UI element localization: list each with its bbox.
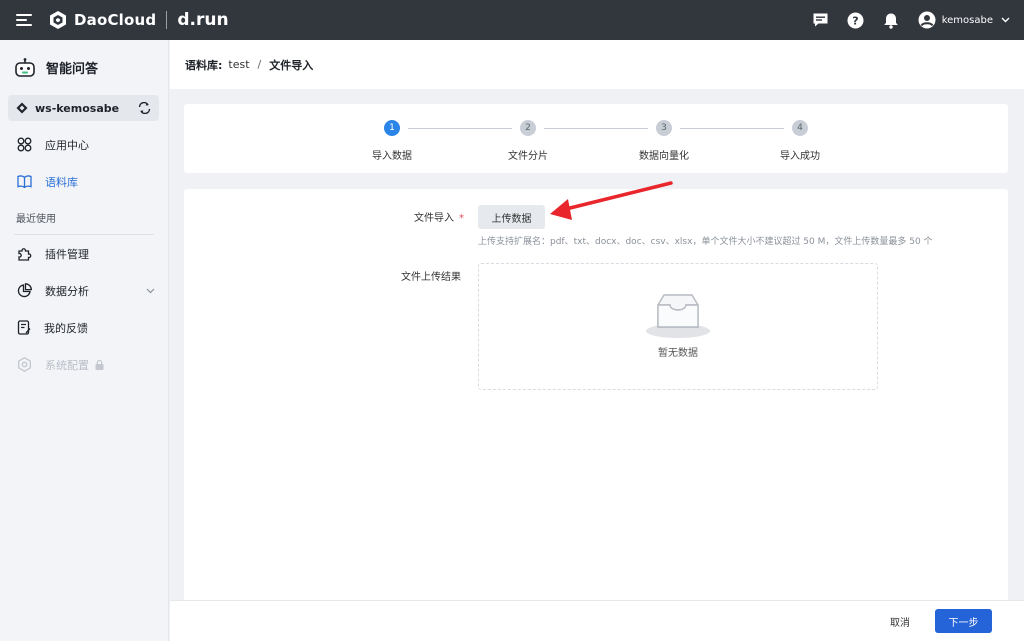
step-vectorize: 3 数据向量化 bbox=[609, 120, 719, 162]
app-title-text: 智能问答 bbox=[46, 62, 99, 77]
sidebar-item-label: 语料库 bbox=[45, 175, 78, 189]
plugin-icon bbox=[18, 248, 32, 261]
user-name: kemosabe bbox=[941, 14, 993, 26]
next-step-button[interactable]: 下一步 bbox=[935, 609, 992, 633]
bell-icon[interactable] bbox=[882, 11, 900, 29]
empty-inbox-icon bbox=[646, 294, 710, 338]
brand[interactable]: DaoCloud d.run bbox=[48, 10, 229, 30]
step-label: 文件分片 bbox=[508, 151, 548, 162]
file-import-label-text: 文件导入 bbox=[414, 213, 454, 224]
sidebar-item-my-feedback[interactable]: 我的反馈 bbox=[0, 309, 168, 346]
sidebar-item-plugins[interactable]: 插件管理 bbox=[0, 235, 168, 272]
sidebar-item-label: 我的反馈 bbox=[44, 321, 88, 335]
step-import-data: 1 导入数据 bbox=[337, 120, 447, 162]
upload-result-box: 暂无数据 bbox=[478, 263, 878, 390]
recent-group-label: 最近使用 bbox=[16, 213, 56, 225]
chevron-down-icon[interactable] bbox=[146, 288, 155, 294]
feedback-icon bbox=[17, 320, 31, 335]
switch-icon[interactable] bbox=[138, 102, 151, 114]
sidebar-item-label: 数据分析 bbox=[45, 284, 89, 298]
step-number: 3 bbox=[656, 120, 672, 136]
breadcrumb-current: 文件导入 bbox=[269, 58, 314, 72]
breadcrumb-library-name[interactable]: test bbox=[228, 58, 249, 71]
svg-text:?: ? bbox=[853, 14, 859, 27]
breadcrumb: 语料库: test / 文件导入 bbox=[170, 40, 1024, 89]
settings-icon bbox=[18, 357, 31, 372]
user-avatar-icon bbox=[918, 11, 936, 29]
breadcrumb-separator: / bbox=[257, 58, 262, 71]
step-label: 数据向量化 bbox=[639, 151, 689, 162]
required-mark: * bbox=[459, 213, 464, 224]
product-name: d.run bbox=[177, 10, 229, 30]
menu-icon[interactable] bbox=[16, 14, 32, 26]
sidebar-item-system-config: 系统配置 bbox=[0, 346, 168, 383]
apps-icon bbox=[17, 137, 32, 152]
pie-chart-icon bbox=[17, 283, 32, 298]
workspace-icon bbox=[16, 102, 28, 114]
sidebar-item-label: 应用中心 bbox=[45, 138, 89, 152]
file-import-label: 文件导入 * bbox=[364, 209, 464, 224]
upload-data-button[interactable]: 上传数据 bbox=[478, 205, 545, 229]
upload-result-label: 文件上传结果 bbox=[401, 272, 461, 283]
sidebar-item-label: 插件管理 bbox=[45, 247, 89, 261]
breadcrumb-library-label: 语料库: bbox=[185, 58, 223, 72]
annotation-arrow-icon bbox=[550, 181, 673, 220]
workspace-switcher[interactable]: ws-kemosabe bbox=[8, 95, 159, 121]
empty-text: 暂无数据 bbox=[658, 348, 698, 359]
top-bar: DaoCloud d.run ? kemosabe bbox=[0, 0, 1024, 40]
brand-divider bbox=[166, 11, 168, 29]
sidebar-item-label: 系统配置 bbox=[45, 358, 89, 372]
step-file-split: 2 文件分片 bbox=[473, 120, 583, 162]
chevron-down-icon bbox=[1001, 17, 1010, 23]
book-icon bbox=[17, 175, 32, 188]
user-menu[interactable]: kemosabe bbox=[918, 11, 1010, 29]
daocloud-logo-icon bbox=[50, 11, 66, 29]
steps-card: 1 导入数据 2 文件分片 3 数据向量化 4 导入成功 bbox=[184, 104, 1008, 173]
brand-name: DaoCloud bbox=[74, 11, 157, 29]
workspace-name: ws-kemosabe bbox=[35, 101, 120, 115]
import-form: 文件导入 * 上传数据 上传支持扩展名：pdf、txt、docx、doc、csv、… bbox=[184, 189, 1008, 609]
sidebar-item-app-center[interactable]: 应用中心 bbox=[0, 126, 168, 163]
step-number: 4 bbox=[792, 120, 808, 136]
message-icon[interactable] bbox=[812, 11, 830, 29]
lock-icon bbox=[95, 359, 104, 370]
step-import-success: 4 导入成功 bbox=[745, 120, 855, 162]
cancel-button[interactable]: 取消 bbox=[882, 610, 918, 633]
step-number: 1 bbox=[384, 120, 400, 136]
app-title: 智能问答 bbox=[0, 40, 168, 95]
footer-bar: 取消 下一步 bbox=[170, 600, 1024, 641]
robot-icon bbox=[15, 57, 35, 77]
sidebar-item-data-analysis[interactable]: 数据分析 bbox=[0, 272, 168, 309]
sidebar-item-corpus[interactable]: 语料库 bbox=[0, 163, 168, 200]
step-label: 导入成功 bbox=[780, 151, 820, 162]
sidebar: 智能问答 ws-kemosabe 应用中心 语料库 最近使用 插件管理 数据分析… bbox=[0, 40, 169, 641]
top-right-actions: ? kemosabe bbox=[795, 0, 1010, 40]
upload-hint: 上传支持扩展名：pdf、txt、docx、doc、csv、xlsx，单个文件大小… bbox=[478, 237, 933, 247]
step-number: 2 bbox=[520, 120, 536, 136]
help-icon[interactable]: ? bbox=[847, 11, 865, 29]
step-label: 导入数据 bbox=[372, 151, 412, 162]
